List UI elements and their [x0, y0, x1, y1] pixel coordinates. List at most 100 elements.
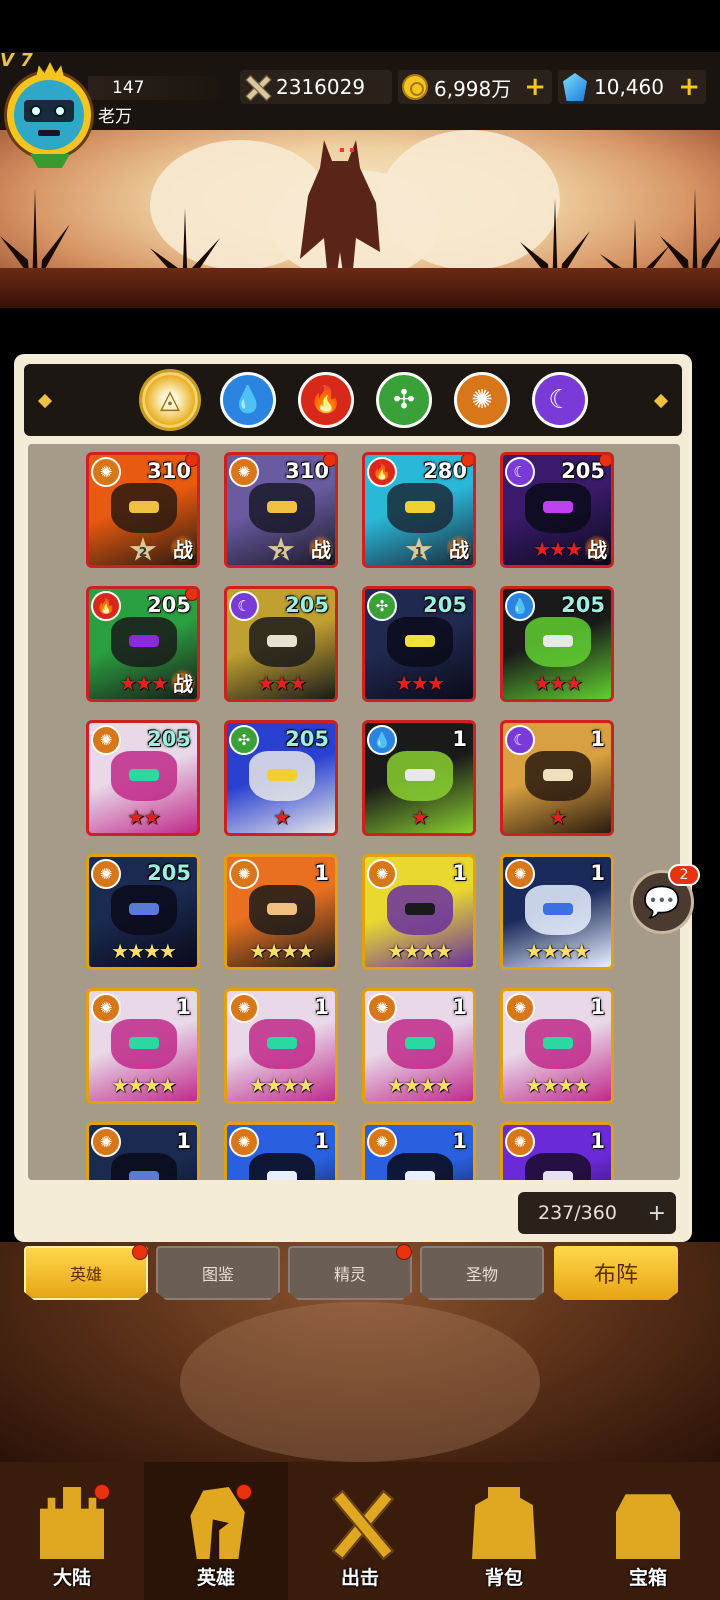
- triangle-icon: ◬: [160, 385, 180, 415]
- hero-card[interactable]: 💧 205 ★★★: [500, 586, 614, 702]
- nav-backpack[interactable]: 背包: [432, 1462, 576, 1600]
- power-value: 2316029: [276, 75, 366, 99]
- hero-card[interactable]: ☾ 1 ★: [500, 720, 614, 836]
- hero-grid: ✺ 310 2 战 ✺ 310 2 战 🔥 280 1 战 ☾ 205 ★★★ 战 🔥 205 ★★★ 战 ☾ 205 ★★…: [28, 444, 680, 1180]
- hero-count-box: 237/360 +: [518, 1192, 676, 1234]
- hero-card[interactable]: ✺ 1 ★★★★: [362, 988, 476, 1104]
- water-element-icon: 💧: [367, 725, 397, 755]
- hero-stars: ★: [549, 805, 567, 829]
- coin-icon: [402, 74, 428, 100]
- hero-level: 280: [423, 459, 467, 483]
- nav-continent-label: 大陆: [52, 1567, 91, 1589]
- hero-card[interactable]: ✺ 1: [86, 1122, 200, 1180]
- fire-element-icon: 🔥: [91, 591, 121, 621]
- hero-card[interactable]: ✺ 205 ★★★★: [86, 854, 200, 970]
- hero-stars: ★★: [127, 805, 161, 829]
- expand-slots-button[interactable]: +: [648, 1201, 666, 1226]
- hero-level: 1: [314, 1129, 329, 1153]
- filter-wind-button[interactable]: ✣: [376, 372, 432, 428]
- hero-stars: ★: [273, 805, 291, 829]
- gold-value: 6,998万: [434, 76, 512, 101]
- tab-spirits-label: 精灵: [333, 1265, 366, 1284]
- hero-card[interactable]: ✣ 205 ★★★: [362, 586, 476, 702]
- hero-level: 1: [590, 1129, 605, 1153]
- hero-card[interactable]: ✺ 1 ★★★★: [224, 988, 338, 1104]
- hero-card[interactable]: ☾ 205 ★★★ 战: [500, 452, 614, 568]
- hero-card[interactable]: ✺ 1 ★★★★: [500, 854, 614, 970]
- nav-heroes-label: 英雄: [196, 1567, 235, 1589]
- add-gems-button[interactable]: +: [678, 72, 700, 102]
- sun-element-icon: ✺: [91, 859, 121, 889]
- nav-treasure[interactable]: 宝箱: [576, 1462, 720, 1600]
- hero-level: 1: [314, 995, 329, 1019]
- formation-button[interactable]: 布阵: [554, 1246, 678, 1300]
- fire-element-icon: 🔥: [367, 457, 397, 487]
- nav-continent[interactable]: 大陆: [0, 1462, 144, 1600]
- hero-stars: ★★★★: [525, 1073, 591, 1097]
- filter-fire-button[interactable]: 🔥: [298, 372, 354, 428]
- hero-card[interactable]: ✺ 1: [500, 1122, 614, 1180]
- filter-water-button[interactable]: 💧: [220, 372, 276, 428]
- avatar-laurel: [30, 154, 70, 168]
- sun-element-icon: ✺: [229, 1127, 259, 1157]
- sun-element-icon: ✺: [367, 993, 397, 1023]
- hero-level: 205: [285, 593, 329, 617]
- gem-display: 10,460 +: [558, 70, 706, 104]
- tab-codex-label: 图鉴: [201, 1265, 234, 1284]
- player-avatar[interactable]: [4, 62, 96, 168]
- tab-spirits-notify-dot: [396, 1244, 412, 1260]
- nav-continent-notify-dot: [94, 1484, 110, 1500]
- filter-all-button[interactable]: ◬: [142, 372, 198, 428]
- tab-heroes-label: 英雄: [69, 1265, 102, 1284]
- hero-card[interactable]: ☾ 205 ★★★: [224, 586, 338, 702]
- hero-level: 1: [452, 995, 467, 1019]
- hero-level: 1: [176, 1129, 191, 1153]
- hero-card[interactable]: ✺ 310 2 战: [86, 452, 200, 568]
- hero-level: 1: [314, 861, 329, 885]
- hero-stars: ★★★★: [249, 939, 315, 963]
- hero-card[interactable]: 🔥 280 1 战: [362, 452, 476, 568]
- hero-stars: ★★★★: [525, 939, 591, 963]
- sun-element-icon: ✺: [505, 859, 535, 889]
- hero-card[interactable]: ✣ 205 ★: [224, 720, 338, 836]
- hero-card[interactable]: 💧 1 ★: [362, 720, 476, 836]
- add-gold-button[interactable]: +: [524, 72, 546, 102]
- hero-notify-dot: [185, 589, 197, 601]
- hero-card[interactable]: ✺ 1: [362, 1122, 476, 1180]
- hero-level: 205: [561, 593, 605, 617]
- tab-relics[interactable]: 圣物: [420, 1246, 544, 1300]
- filter-sun-button[interactable]: ✺: [454, 372, 510, 428]
- hero-card[interactable]: ✺ 1: [224, 1122, 338, 1180]
- water-element-icon: 💧: [505, 591, 535, 621]
- hero-stars: ★★★: [533, 671, 583, 695]
- tab-codex[interactable]: 图鉴: [156, 1246, 280, 1300]
- moon-element-icon: ☾: [505, 725, 535, 755]
- sun-element-icon: ✺: [505, 993, 535, 1023]
- hero-card[interactable]: 🔥 205 ★★★ 战: [86, 586, 200, 702]
- nav-heroes[interactable]: 英雄: [144, 1462, 288, 1600]
- moon-element-icon: ☾: [505, 457, 535, 487]
- tab-heroes-notify-dot: [132, 1244, 148, 1260]
- sun-element-icon: ✺: [91, 1127, 121, 1157]
- tab-spirits[interactable]: 精灵: [288, 1246, 412, 1300]
- nav-heroes-notify-dot: [236, 1484, 252, 1500]
- hero-card[interactable]: ✺ 310 2 战: [224, 452, 338, 568]
- tab-heroes[interactable]: 英雄: [24, 1246, 148, 1300]
- moon-element-icon: ☾: [229, 591, 259, 621]
- hero-card[interactable]: ✺ 205 ★★: [86, 720, 200, 836]
- sun-element-icon: ✺: [91, 457, 121, 487]
- hero-card[interactable]: ✺ 1 ★★★★: [500, 988, 614, 1104]
- hero-level: 1: [590, 995, 605, 1019]
- hero-stars: ★★★★: [387, 1073, 453, 1097]
- filter-moon-button[interactable]: ☾: [532, 372, 588, 428]
- hero-card[interactable]: ✺ 1 ★★★★: [362, 854, 476, 970]
- sun-element-icon: ✺: [367, 1127, 397, 1157]
- hero-notify-dot: [185, 455, 197, 467]
- hero-card[interactable]: ✺ 1 ★★★★: [86, 988, 200, 1104]
- hero-level: 1: [590, 727, 605, 751]
- hero-card[interactable]: ✺ 1 ★★★★: [224, 854, 338, 970]
- hero-level: 1: [452, 861, 467, 885]
- hero-level: 310: [285, 459, 329, 483]
- nav-battle[interactable]: 出击: [288, 1462, 432, 1600]
- backpack-icon: [472, 1487, 536, 1559]
